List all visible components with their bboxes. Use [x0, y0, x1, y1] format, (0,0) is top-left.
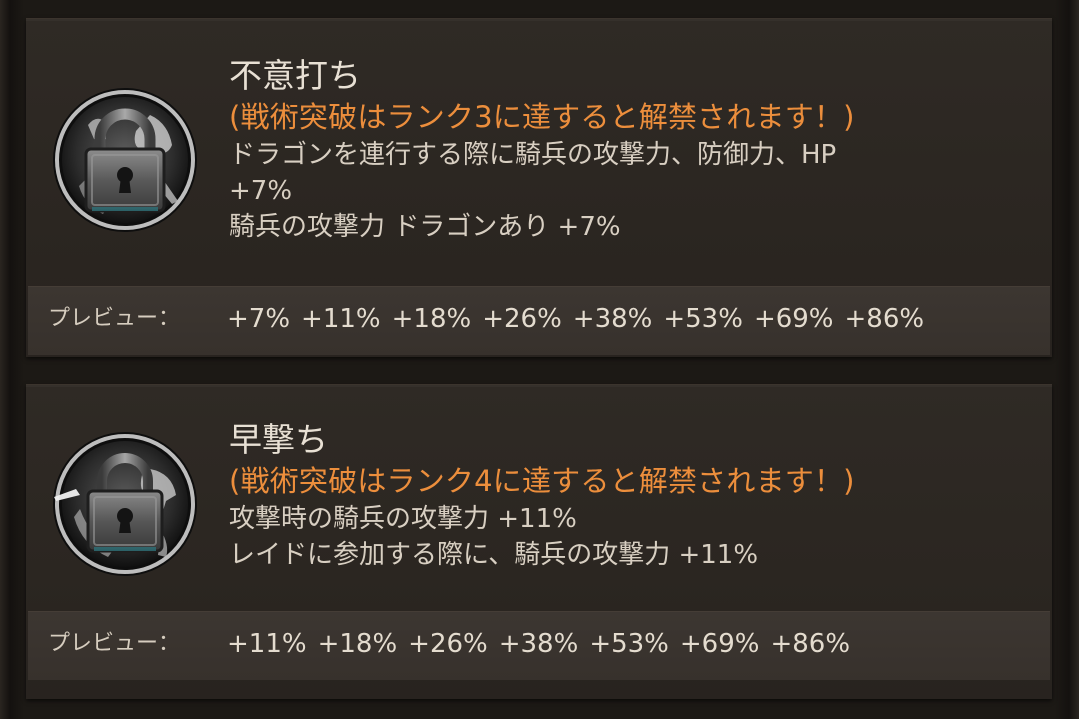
skill-text: 不意打ち (戦術突破はランク3に達すると解禁されます！) ドラゴンを連行する際に… — [229, 55, 1032, 245]
preview-label: プレビュー： — [48, 631, 181, 656]
preview-value: +69% — [753, 304, 834, 334]
preview-value: +11% — [301, 304, 381, 334]
preview-value: +18% — [317, 629, 398, 659]
preview-value: +69% — [679, 629, 760, 659]
skill-card-surprise-attack[interactable]: 不意打ち (戦術突破はランク3に達すると解禁されます！) ドラゴンを連行する際に… — [26, 18, 1052, 357]
unlock-requirement: (戦術突破はランク4に達すると解禁されます！) — [229, 464, 855, 498]
preview-value: +53% — [663, 304, 743, 334]
skill-text: 早撃ち (戦術突破はランク4に達すると解禁されます！) 攻撃時の騎兵の攻撃力 +… — [229, 419, 1032, 573]
preview-value: +26% — [408, 629, 488, 659]
skill-description-line: レイドに参加する際に、騎兵の攻撃力 +11% — [229, 540, 759, 570]
preview-bar: プレビュー： +7% +11% +18% +26% +38% +53% +69%… — [28, 286, 1050, 355]
skill-title: 不意打ち — [229, 56, 361, 95]
preview-values: +11% +18% +26% +38% +53% +69% +86% — [227, 626, 850, 662]
lock-icon — [53, 88, 197, 232]
preview-value: +7% — [227, 304, 291, 334]
preview-value: +38% — [572, 304, 653, 334]
preview-value: +53% — [589, 629, 669, 659]
skill-description-line: 攻撃時の騎兵の攻撃力 +11% — [229, 504, 577, 534]
preview-values: +7% +11% +18% +26% +38% +53% +69% +86% — [227, 301, 924, 337]
preview-value: +18% — [391, 304, 472, 334]
skill-description-line: +7% — [229, 176, 293, 206]
lock-icon — [53, 432, 197, 576]
skill-description-line: ドラゴンを連行する際に騎兵の攻撃力、防御力、HP — [229, 140, 837, 170]
skill-title: 早撃ち — [229, 420, 328, 459]
unlock-requirement: (戦術突破はランク3に達すると解禁されます！) — [229, 100, 855, 134]
preview-value: +38% — [498, 629, 579, 659]
skill-description-line: 騎兵の攻撃力 ドラゴンあり +7% — [229, 212, 621, 242]
preview-label: プレビュー： — [48, 306, 181, 331]
preview-value: +86% — [770, 629, 851, 659]
preview-value: +26% — [482, 304, 562, 334]
skill-panel: 不意打ち (戦術突破はランク3に達すると解禁されます！) ドラゴンを連行する際に… — [0, 0, 1079, 719]
preview-value: +11% — [227, 629, 307, 659]
preview-value: +86% — [844, 304, 925, 334]
skill-card-quick-strike[interactable]: 早撃ち (戦術突破はランク4に達すると解禁されます！) 攻撃時の騎兵の攻撃力 +… — [26, 384, 1052, 699]
preview-bar: プレビュー： +11% +18% +26% +38% +53% +69% +86… — [28, 611, 1050, 680]
locked-cavalry-charge-icon[interactable] — [50, 429, 200, 579]
locked-cavalry-icon[interactable] — [50, 85, 200, 235]
